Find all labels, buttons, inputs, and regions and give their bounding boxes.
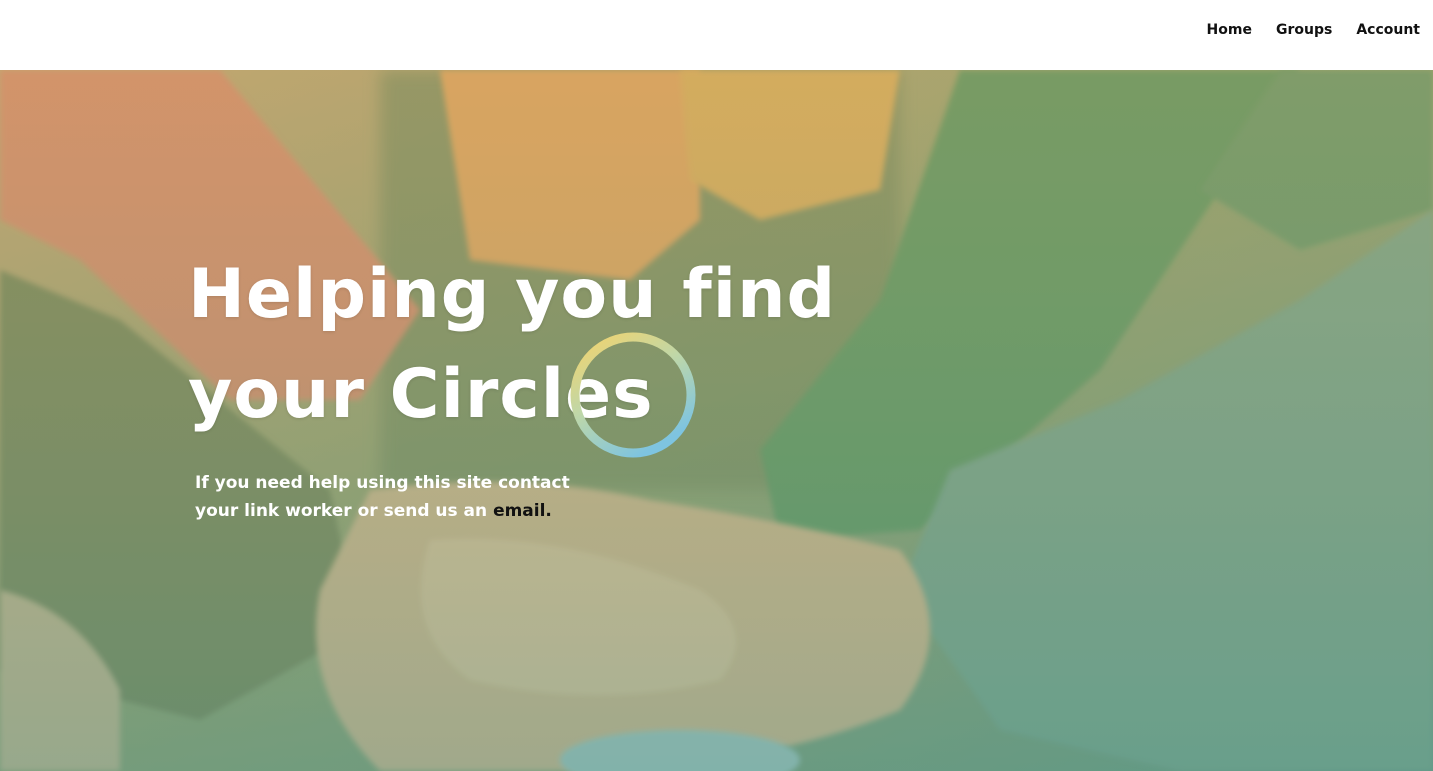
nav-account-link[interactable]: Account bbox=[1356, 22, 1420, 38]
hero-headline-line1: Helping you find bbox=[188, 255, 837, 334]
email-link[interactable]: email. bbox=[493, 501, 552, 521]
nav-home-link[interactable]: Home bbox=[1207, 22, 1252, 38]
hero-section: Helping you find your Circles If you nee… bbox=[0, 70, 1433, 771]
top-navigation-bar: Home Groups Account bbox=[0, 0, 1433, 70]
hero-headline: Helping you find your Circles bbox=[188, 245, 836, 445]
main-nav: Home Groups Account bbox=[1207, 22, 1420, 38]
circles-ring-logo-icon bbox=[570, 332, 696, 458]
hero-headline-line2: your Circles bbox=[188, 355, 654, 434]
nav-groups-link[interactable]: Groups bbox=[1276, 22, 1332, 38]
help-text: If you need help using this site contact… bbox=[195, 469, 595, 525]
